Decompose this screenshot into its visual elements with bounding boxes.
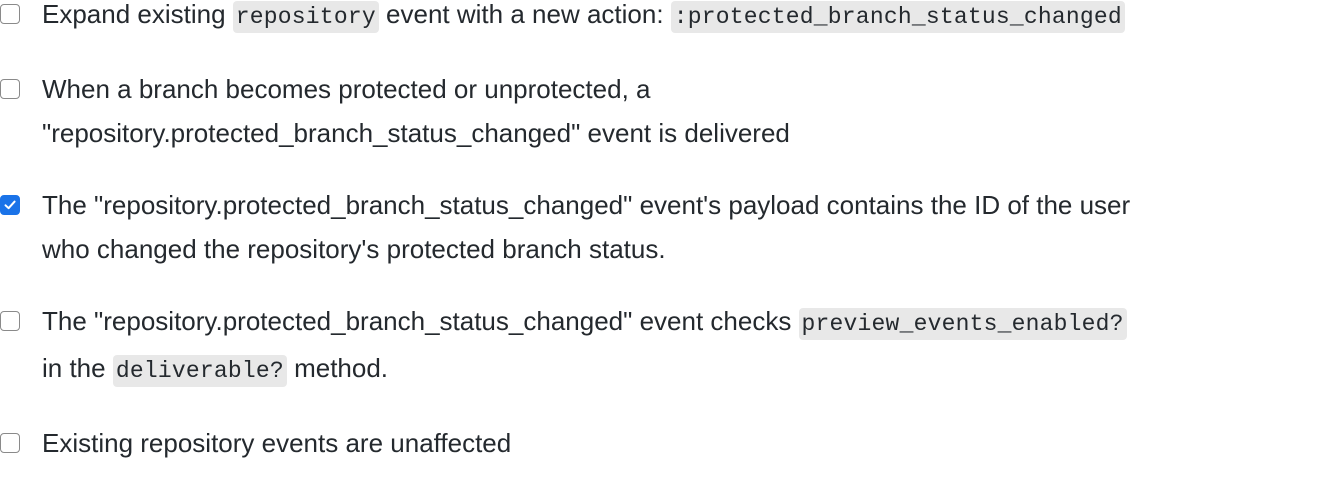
- task-item-payload-user-id: The "repository.protected_branch_status_…: [0, 183, 1320, 271]
- task-checkbox-unchecked[interactable]: [0, 79, 20, 99]
- task-text: Expand existing repository event with a …: [42, 0, 1320, 39]
- checkmark-icon: [4, 200, 16, 210]
- inline-code: :protected_branch_status_changed: [670, 1, 1125, 33]
- task-checkbox-unchecked[interactable]: [0, 4, 20, 24]
- task-item-expand-event: Expand existing repository event with a …: [0, 0, 1320, 39]
- inline-code: preview_events_enabled?: [798, 308, 1127, 340]
- task-text-line: who changed the repository's protected b…: [42, 234, 666, 264]
- task-item-preview-check: The "repository.protected_branch_status_…: [0, 299, 1320, 393]
- task-text: Existing repository events are unaffecte…: [42, 428, 512, 458]
- task-item-existing-unaffected: Existing repository events are unaffecte…: [0, 421, 1320, 465]
- task-text-line: "repository.protected_branch_status_chan…: [42, 118, 790, 148]
- inline-code: repository: [232, 1, 379, 33]
- task-text-line: The "repository.protected_branch_status_…: [42, 299, 1320, 346]
- task-list: Expand existing repository event with a …: [0, 0, 1320, 493]
- task-item-event-delivered: When a branch becomes protected or unpro…: [0, 67, 1320, 155]
- task-text-line: The "repository.protected_branch_status_…: [42, 190, 1131, 220]
- task-checkbox-unchecked[interactable]: [0, 433, 20, 453]
- inline-code: deliverable?: [112, 355, 287, 387]
- task-checkbox-unchecked[interactable]: [0, 311, 20, 331]
- task-text-line: in the deliverable? method.: [42, 346, 1320, 393]
- task-checkbox-checked[interactable]: [0, 195, 20, 215]
- task-text-line: When a branch becomes protected or unpro…: [42, 74, 651, 104]
